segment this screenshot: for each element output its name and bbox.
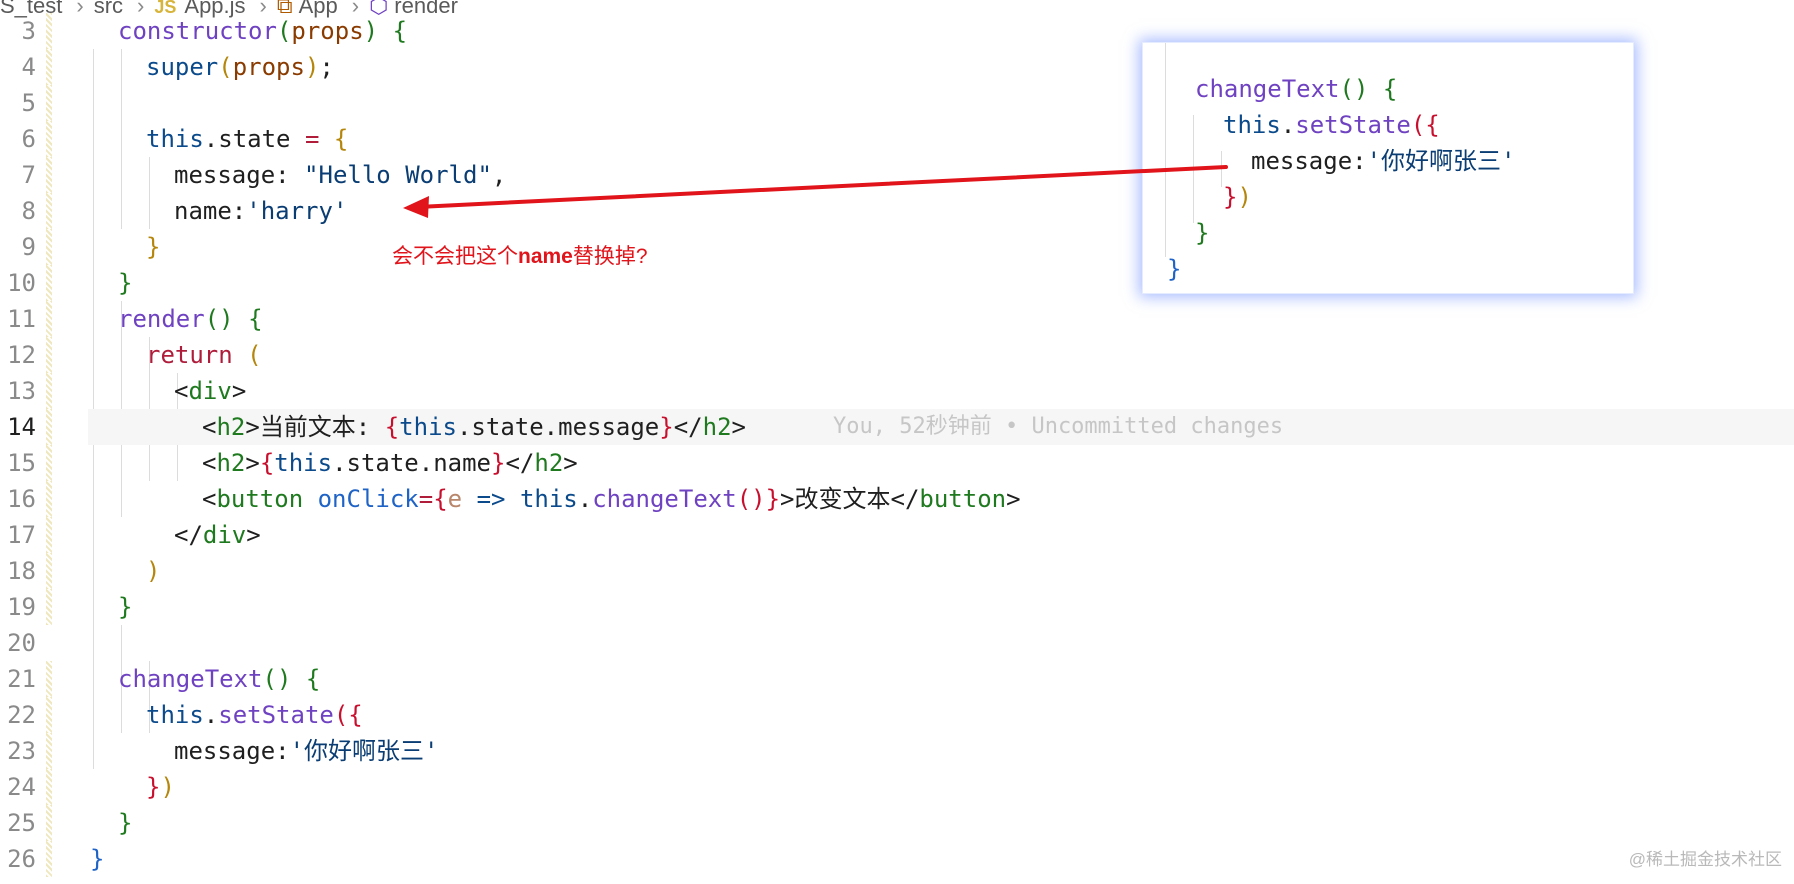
line-number: 17 (7, 521, 36, 549)
line-number: 3 (21, 17, 36, 45)
code-text: name:'harry' (174, 197, 348, 225)
code-text: message:'你好啊张三' (174, 737, 439, 765)
code-line[interactable]: 12 return ( (0, 337, 1794, 373)
git-modified-marker (46, 661, 52, 697)
line-number: 18 (7, 557, 36, 585)
line-number: 15 (7, 449, 36, 477)
git-modified-marker (46, 193, 52, 229)
code-line-active[interactable]: 14 <h2>当前文本: {this.state.message}</h2> Y… (0, 409, 1794, 445)
code-text: } (146, 233, 161, 261)
git-modified-marker (46, 121, 52, 157)
git-modified-marker (46, 805, 52, 841)
git-modified-marker (46, 409, 52, 445)
code-text: </div> (174, 521, 261, 549)
git-modified-marker (46, 13, 52, 49)
git-modified-marker (46, 85, 52, 121)
code-text: return ( (146, 341, 262, 369)
annotation-question: 会不会把这个name替换掉? (392, 245, 648, 268)
indent-guide (1193, 115, 1194, 223)
line-number: 5 (21, 89, 36, 117)
line-number: 10 (7, 269, 36, 297)
git-modified-marker (46, 481, 52, 517)
line-number: 9 (21, 233, 36, 261)
code-line[interactable]: 25 } (0, 805, 1794, 841)
code-text: } (118, 593, 133, 621)
code-text: } (118, 809, 133, 837)
git-modified-marker (46, 553, 52, 589)
popup-code-line: }) (1223, 183, 1252, 211)
git-modified-marker (46, 733, 52, 769)
code-text: <h2>{this.state.name}</h2> (202, 449, 578, 477)
code-text: <h2>当前文本: {this.state.message}</h2> (202, 413, 746, 441)
git-modified-marker (46, 157, 52, 193)
popup-code-line: changeText() { (1195, 75, 1398, 103)
line-number: 24 (7, 773, 36, 801)
code-line[interactable]: 20 (0, 625, 1794, 661)
code-text: <div> (174, 377, 247, 405)
code-line[interactable]: 24 }) (0, 769, 1794, 805)
code-text: render() { (118, 305, 263, 333)
code-text: changeText() { (118, 665, 321, 693)
code-line[interactable]: 15 <h2>{this.state.name}</h2> (0, 445, 1794, 481)
line-number: 21 (7, 665, 36, 693)
code-text: ) (146, 557, 161, 585)
code-line[interactable]: 22 this.setState({ (0, 697, 1794, 733)
code-text: constructor(props) { (118, 17, 408, 45)
line-number: 16 (7, 485, 36, 513)
popup-code-line: } (1167, 255, 1182, 283)
code-line[interactable]: 21 changeText() { (0, 661, 1794, 697)
git-modified-marker (46, 589, 52, 625)
git-modified-marker (46, 445, 52, 481)
line-number: 8 (21, 197, 36, 225)
code-text: this.setState({ (146, 701, 363, 729)
line-number: 7 (21, 161, 36, 189)
code-line[interactable]: 19 } (0, 589, 1794, 625)
line-number: 23 (7, 737, 36, 765)
line-number: 25 (7, 809, 36, 837)
code-line[interactable]: 17 </div> (0, 517, 1794, 553)
line-number: 11 (7, 305, 36, 333)
code-line[interactable]: 13 <div> (0, 373, 1794, 409)
line-number: 13 (7, 377, 36, 405)
code-line[interactable]: 18 ) (0, 553, 1794, 589)
git-modified-marker (46, 697, 52, 733)
git-blame-annotation: You, 52秒钟前 • Uncommitted changes (833, 414, 1284, 439)
git-modified-marker (46, 373, 52, 409)
git-modified-marker (46, 517, 52, 553)
line-number: 20 (7, 629, 36, 657)
git-modified-marker (46, 49, 52, 85)
popup-code-line: message:'你好啊张三' (1251, 147, 1516, 175)
code-text: } (90, 845, 105, 873)
git-modified-marker (46, 229, 52, 265)
code-text: this.state = { (146, 125, 349, 153)
git-modified-marker (46, 301, 52, 337)
git-modified-marker (46, 337, 52, 373)
code-text: super(props); (146, 53, 334, 81)
git-modified-marker (46, 841, 52, 877)
watermark: @稀土掘金技术社区 (1628, 850, 1782, 869)
line-number: 26 (7, 845, 36, 873)
code-line[interactable]: 16 <button onClick={e => this.changeText… (0, 481, 1794, 517)
git-modified-marker (46, 265, 52, 301)
code-line[interactable]: 26 } (0, 841, 1794, 877)
indent-guide (1165, 43, 1166, 257)
code-text: <button onClick={e => this.changeText()}… (202, 485, 1021, 513)
code-line[interactable]: 23 message:'你好啊张三' (0, 733, 1794, 769)
indent-guide (1221, 151, 1222, 187)
popup-code-line: } (1195, 219, 1210, 247)
popup-code-line: this.setState({ (1223, 111, 1440, 139)
line-number: 12 (7, 341, 36, 369)
git-modified-marker (46, 769, 52, 805)
code-text: }) (146, 773, 175, 801)
line-number: 14 (7, 413, 36, 441)
code-snippet-popup: changeText() { this.setState({ message:'… (1142, 42, 1634, 294)
line-number: 6 (21, 125, 36, 153)
code-text: message: "Hello World", (174, 161, 507, 189)
line-number: 22 (7, 701, 36, 729)
line-number: 4 (21, 53, 36, 81)
line-number: 19 (7, 593, 36, 621)
code-text: } (118, 269, 133, 297)
code-line[interactable]: 11 render() { (0, 301, 1794, 337)
